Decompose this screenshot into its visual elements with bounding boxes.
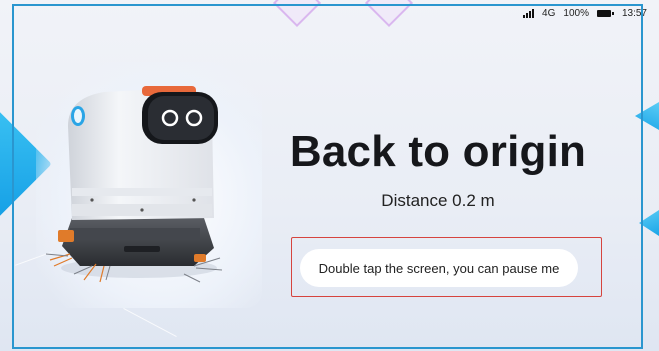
right-arrow-decoration-bottom xyxy=(639,210,659,236)
robot-screen[interactable]: 4G 100% 13:57 Back to origin Distance 0.… xyxy=(0,0,659,351)
distance-readout: Distance 0.2 m xyxy=(381,191,495,210)
pause-hint-text: Double tap the screen, you can pause me xyxy=(318,260,560,276)
page-title: Back to origin xyxy=(289,127,587,176)
decorative-diamond-left xyxy=(272,0,322,28)
floor-line xyxy=(123,307,177,338)
right-arrow-decoration-top xyxy=(635,102,659,130)
battery-percent: 100% xyxy=(563,7,589,19)
battery-icon xyxy=(596,9,614,17)
network-type: 4G xyxy=(542,7,556,19)
decorative-diamond-right xyxy=(364,0,414,28)
status-bar: 4G 100% 13:57 xyxy=(523,5,647,21)
clock: 13:57 xyxy=(621,7,647,19)
signal-icon xyxy=(523,8,535,18)
pause-hint-pill[interactable]: Double tap the screen, you can pause me xyxy=(300,249,578,287)
robot-illustration xyxy=(45,86,223,283)
